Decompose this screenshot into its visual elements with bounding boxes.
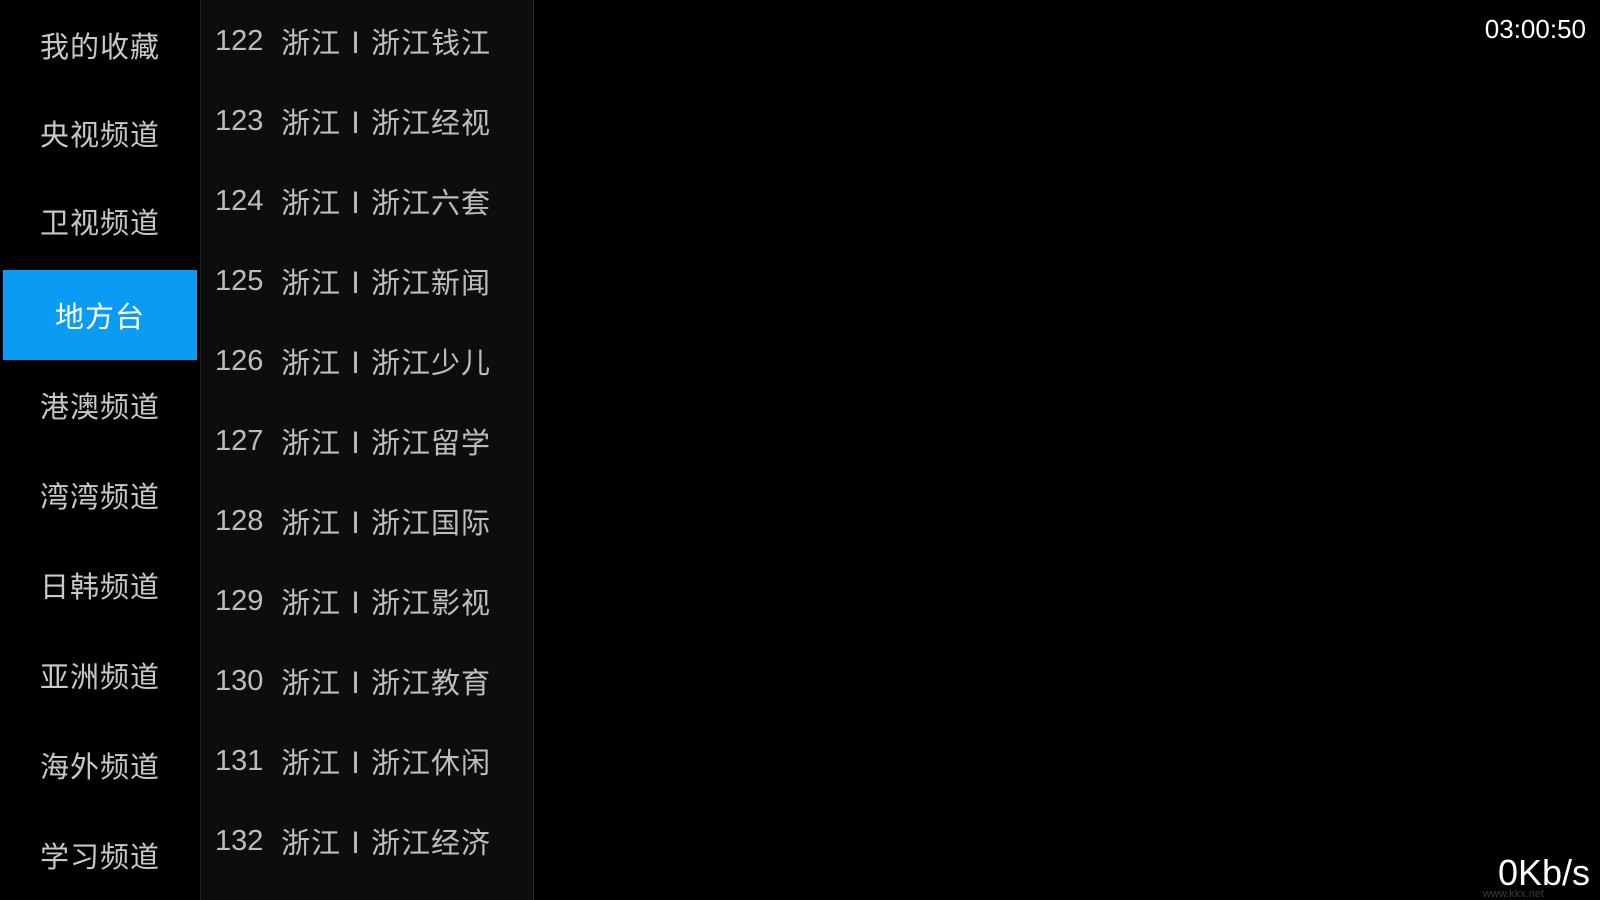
clock: 03:00:50: [1484, 14, 1586, 44]
category-hk-macau[interactable]: 港澳频道: [3, 360, 197, 450]
channel-item[interactable]: 124 浙江 I 浙江六套: [215, 171, 525, 231]
channel-item[interactable]: 122 浙江 I 浙江钱江: [215, 11, 525, 71]
channel-name: 浙江 I 浙江国际: [281, 506, 491, 540]
category-label: 日韩频道: [39, 570, 160, 604]
channel-name: 浙江 I 浙江经济: [281, 826, 491, 860]
channel-item[interactable]: 129 浙江 I 浙江影视: [215, 571, 525, 631]
channel-name: 浙江 I 浙江教育: [281, 666, 491, 700]
channel-number: 128: [215, 504, 264, 537]
channel-number: 124: [215, 184, 264, 217]
category-label: 央视频道: [39, 118, 160, 152]
category-taiwan[interactable]: 湾湾频道: [3, 450, 197, 540]
channel-item[interactable]: 126 浙江 I 浙江少儿: [215, 331, 525, 391]
channel-item[interactable]: 130 浙江 I 浙江教育: [215, 651, 525, 711]
category-sidebar: 我的收藏 央视频道 卫视频道 地方台 港澳频道 湾湾频道 日韩频道 亚洲频道 海…: [0, 0, 200, 900]
category-favorites[interactable]: 我的收藏: [3, 0, 197, 90]
channel-name: 浙江 I 浙江影视: [281, 586, 491, 620]
category-local[interactable]: 地方台: [3, 270, 197, 360]
channel-item[interactable]: 131 浙江 I 浙江休闲: [215, 731, 525, 791]
category-japan-korea[interactable]: 日韩频道: [3, 540, 197, 630]
watermark: www.kkx.net: [1482, 888, 1544, 900]
channel-number: 123: [215, 104, 264, 137]
channel-item[interactable]: 127 浙江 I 浙江留学: [215, 411, 525, 471]
channel-name: 浙江 I 浙江经视: [281, 106, 491, 140]
channel-name: 浙江 I 浙江六套: [281, 186, 491, 220]
category-learning[interactable]: 学习频道: [3, 810, 197, 900]
channel-name: 浙江 I 浙江少儿: [281, 346, 491, 380]
channel-number: 122: [215, 24, 264, 57]
category-satellite[interactable]: 卫视频道: [3, 176, 197, 266]
channel-item[interactable]: 125 浙江 I 浙江新闻: [215, 251, 525, 311]
category-cctv[interactable]: 央视频道: [3, 88, 197, 178]
channel-number: 132: [215, 824, 264, 857]
category-label: 海外频道: [39, 750, 160, 784]
channel-name: 浙江 I 浙江休闲: [281, 746, 491, 780]
channel-name: 浙江 I 浙江新闻: [281, 266, 491, 300]
channel-number: 129: [215, 584, 264, 617]
channel-item[interactable]: 123 浙江 I 浙江经视: [215, 91, 525, 151]
category-label: 湾湾频道: [39, 480, 160, 514]
channel-number: 125: [215, 264, 264, 297]
category-asia[interactable]: 亚洲频道: [3, 630, 197, 720]
category-label: 地方台: [54, 300, 145, 334]
channel-number: 127: [215, 424, 264, 457]
channel-name: 浙江 I 浙江钱江: [281, 26, 491, 60]
category-label: 卫视频道: [39, 206, 160, 240]
channel-list: 122 浙江 I 浙江钱江 123 浙江 I 浙江经视 124 浙江 I 浙江六套 1…: [200, 0, 534, 900]
category-label: 学习频道: [39, 840, 160, 874]
category-label: 港澳频道: [39, 390, 160, 424]
category-label: 亚洲频道: [39, 660, 160, 694]
channel-name: 浙江 I 浙江留学: [281, 426, 491, 460]
channel-item[interactable]: 128 浙江 I 浙江国际: [215, 491, 525, 551]
channel-number: 126: [215, 344, 264, 377]
channel-number: 131: [215, 744, 264, 777]
channel-number: 130: [215, 664, 264, 697]
channel-item[interactable]: 132 浙江 I 浙江经济: [215, 811, 525, 871]
category-label: 我的收藏: [39, 30, 160, 64]
tv-player-screen: 我的收藏 央视频道 卫视频道 地方台 港澳频道 湾湾频道 日韩频道 亚洲频道 海…: [0, 0, 1600, 900]
category-overseas[interactable]: 海外频道: [3, 720, 197, 810]
